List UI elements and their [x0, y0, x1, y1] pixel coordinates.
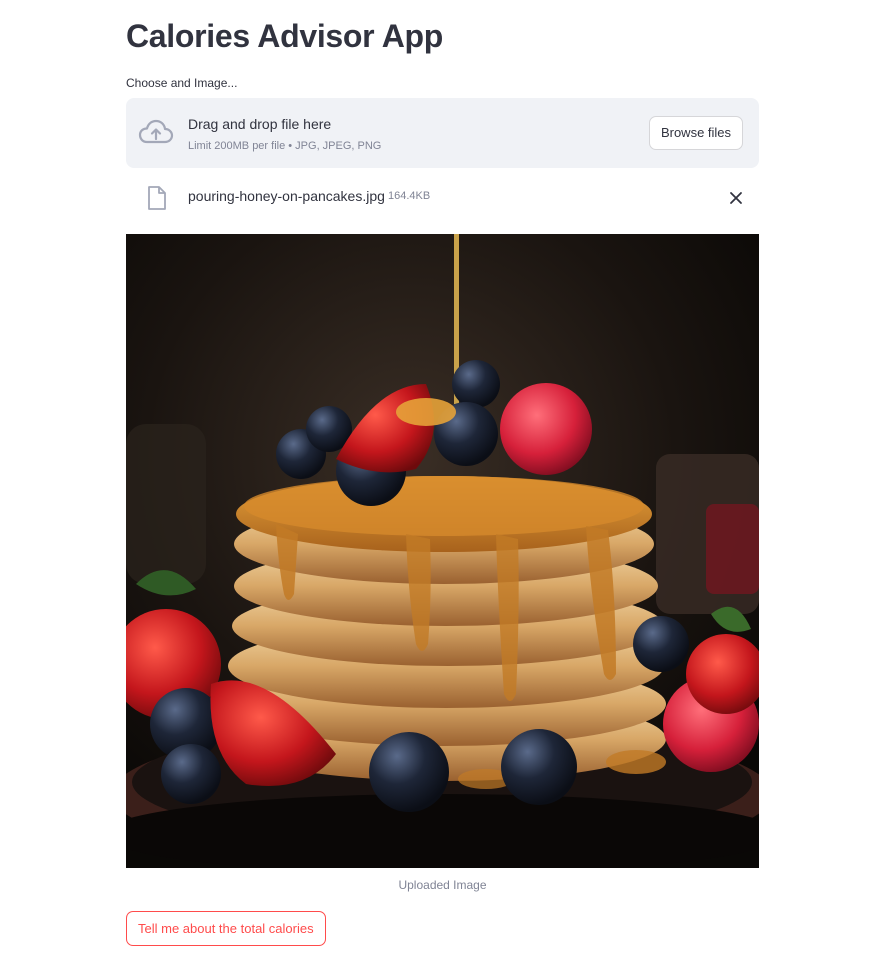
image-caption: Uploaded Image — [398, 878, 487, 892]
uploaded-file-name: pouring-honey-on-pancakes.jpg — [188, 188, 385, 204]
cloud-upload-icon — [138, 119, 174, 144]
total-calories-button[interactable]: Tell me about the total calories — [126, 911, 326, 946]
file-uploader-label: Choose and Image... — [126, 76, 238, 90]
dropzone-limit-text: Limit 200MB per file • JPG, JPEG, PNG — [188, 140, 382, 152]
pancake-stack-photo — [126, 234, 759, 868]
file-icon — [148, 186, 166, 210]
close-icon[interactable] — [726, 188, 746, 208]
dropzone-instructions: Drag and drop file here — [188, 116, 332, 132]
file-dropzone[interactable]: Drag and drop file here Limit 200MB per … — [126, 98, 759, 168]
uploaded-image — [126, 234, 759, 868]
page-title: Calories Advisor App — [126, 18, 444, 54]
browse-files-button[interactable]: Browse files — [649, 116, 743, 150]
uploaded-file-row: pouring-honey-on-pancakes.jpg 164.4KB — [126, 180, 759, 214]
uploaded-file-size: 164.4KB — [388, 190, 431, 202]
